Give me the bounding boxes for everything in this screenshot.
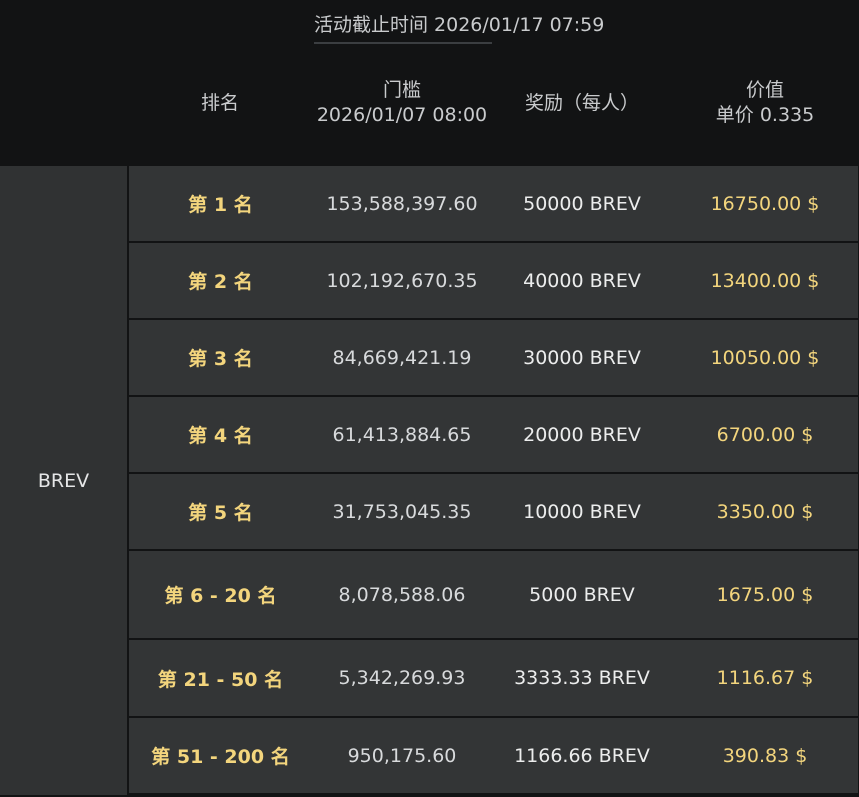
column-header-reward: 奖励（每人）: [492, 40, 672, 166]
rank-cell: 第 3 名: [188, 348, 253, 370]
column-header-threshold-date: 2026/01/07 08:00: [316, 104, 488, 126]
threshold-cell: 84,669,421.19: [332, 346, 472, 369]
table-header: 活动截止时间 2026/01/17 07:59 排名 门槛 2026/01/07…: [0, 0, 859, 166]
rank-cell: 第 1 名: [188, 194, 253, 216]
table-row: 第 3 名 84,669,421.19 30000 BREV 10050.00 $: [129, 320, 858, 397]
value-cell: 6700.00 $: [716, 423, 814, 446]
value-cell: 16750.00 $: [710, 192, 820, 215]
token-label: BREV: [37, 469, 90, 492]
reward-cell: 10000 BREV: [523, 500, 641, 523]
reward-cell: 50000 BREV: [523, 192, 641, 215]
column-header-value: 价值 单价 0.335: [672, 40, 858, 166]
reward-table-page: 活动截止时间 2026/01/17 07:59 排名 门槛 2026/01/07…: [0, 0, 859, 797]
reward-cell: 1166.66 BREV: [514, 744, 650, 767]
threshold-cell: 61,413,884.65: [332, 423, 472, 446]
threshold-cell: 153,588,397.60: [326, 192, 478, 215]
table-row: 第 2 名 102,192,670.35 40000 BREV 13400.00 $: [129, 243, 858, 320]
threshold-cell: 31,753,045.35: [332, 500, 472, 523]
rank-cell: 第 6 - 20 名: [164, 585, 277, 607]
value-cell: 10050.00 $: [710, 346, 820, 369]
reward-cell: 20000 BREV: [523, 423, 641, 446]
column-header-threshold: 门槛 2026/01/07 08:00: [312, 40, 492, 166]
rank-cell: 第 2 名: [188, 271, 253, 293]
value-cell: 390.83 $: [722, 744, 808, 767]
table-row: 第 1 名 153,588,397.60 50000 BREV 16750.00 $: [129, 166, 858, 243]
threshold-cell: 5,342,269.93: [338, 667, 466, 689]
rank-cell: 第 51 - 200 名: [151, 746, 290, 768]
value-cell: 13400.00 $: [710, 269, 820, 292]
rank-cell: 第 4 名: [188, 425, 253, 447]
token-label-cell: BREV: [0, 166, 129, 795]
reward-cell: 3333.33 BREV: [514, 667, 650, 689]
reward-rows: 第 1 名 153,588,397.60 50000 BREV 16750.00 $ 第…: [129, 166, 858, 795]
table-row: 第 21 - 50 名 5,342,269.93 3333.33 BREV 1116.…: [129, 640, 858, 718]
table-row: 第 4 名 61,413,884.65 20000 BREV 6700.00 $: [129, 397, 858, 474]
rank-cell: 第 21 - 50 名: [157, 668, 284, 691]
reward-cell: 30000 BREV: [523, 346, 641, 369]
threshold-cell: 950,175.60: [347, 744, 457, 767]
column-header-threshold-label: 门槛: [382, 79, 421, 101]
threshold-cell: 8,078,588.06: [338, 583, 466, 606]
table-row: 第 5 名 31,753,045.35 10000 BREV 3350.00 $: [129, 474, 858, 551]
rank-cell: 第 5 名: [188, 502, 253, 524]
column-header-rank-label: 排名: [200, 91, 239, 114]
value-cell: 1675.00 $: [716, 583, 814, 606]
column-header-reward-label: 奖励（每人）: [524, 91, 639, 114]
table-row: 第 6 - 20 名 8,078,588.06 5000 BREV 1675.00 $: [129, 551, 858, 640]
threshold-cell: 102,192,670.35: [326, 269, 478, 292]
deadline-text: 活动截止时间 2026/01/17 07:59: [314, 14, 605, 36]
value-cell: 3350.00 $: [716, 500, 814, 523]
column-header-unit-price: 单价 0.335: [715, 104, 815, 126]
value-cell: 1116.67 $: [716, 667, 814, 689]
table-row: 第 51 - 200 名 950,175.60 1166.66 BREV 390.83…: [129, 718, 858, 795]
column-header-value-label: 价值: [745, 79, 784, 101]
reward-cell: 40000 BREV: [523, 269, 641, 292]
column-header-rank: 排名: [128, 40, 312, 166]
reward-cell: 5000 BREV: [529, 583, 635, 606]
